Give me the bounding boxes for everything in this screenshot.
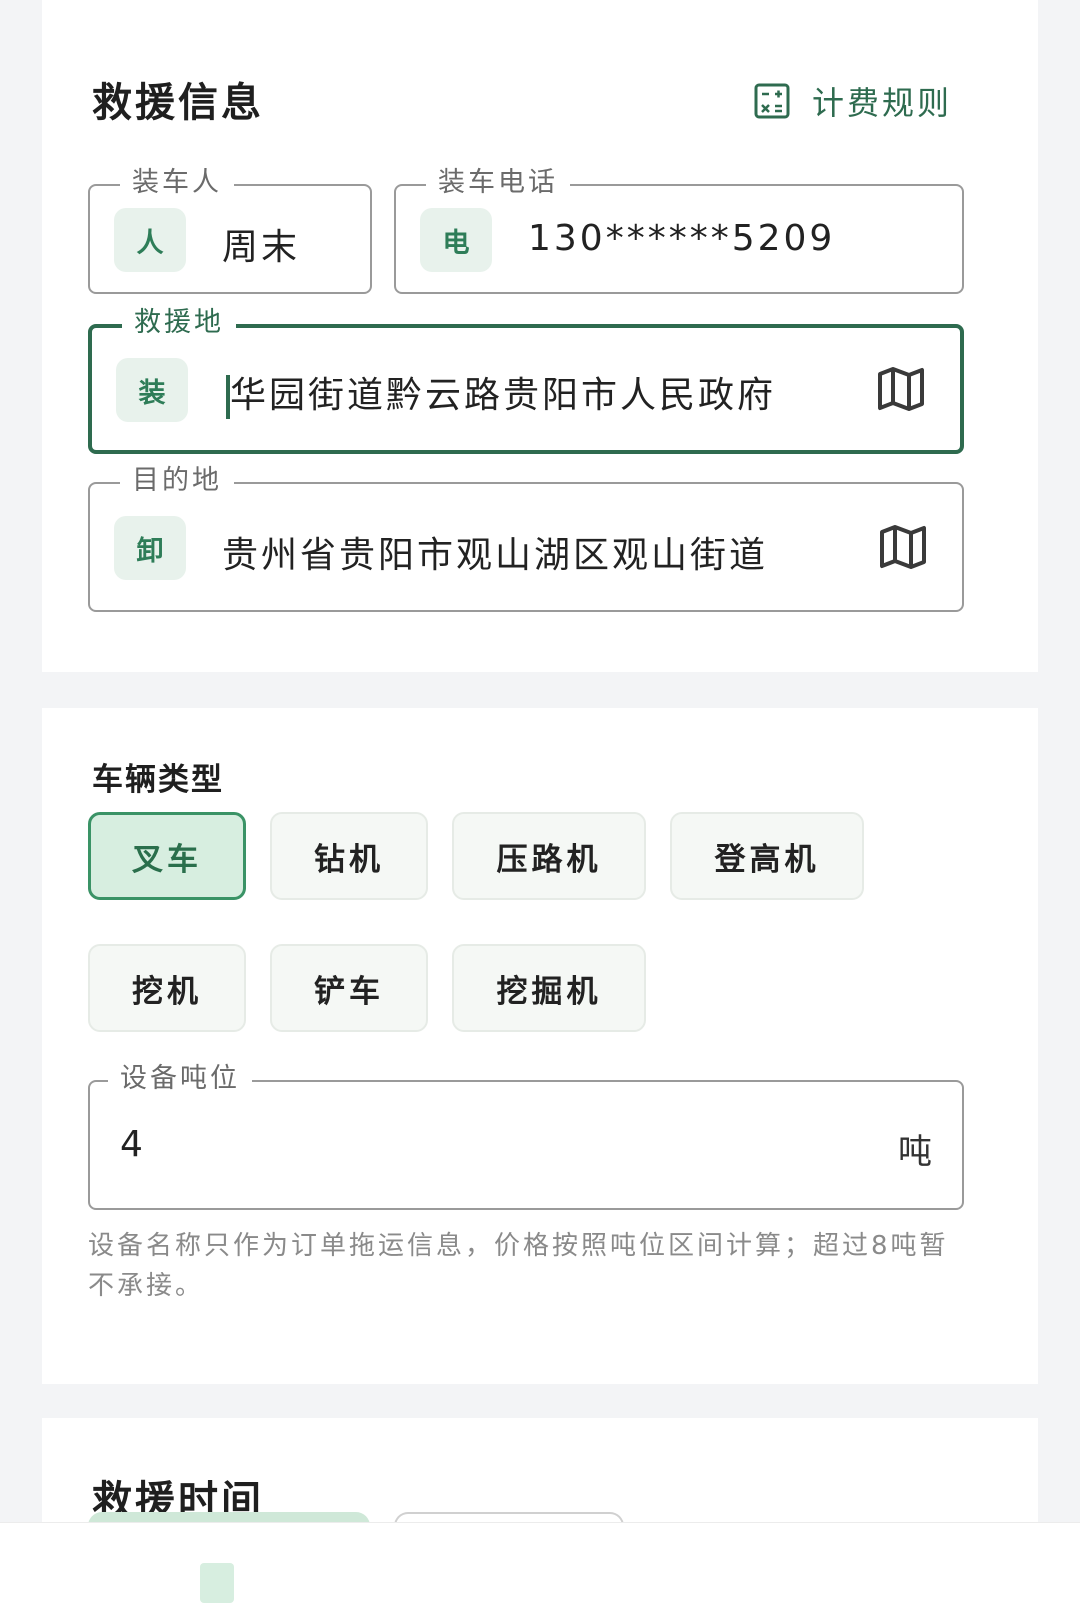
fee-rule-label: 计费规则 <box>811 84 952 122</box>
tonnage-hint: 设备名称只作为订单拖运信息，价格按照吨位区间计算；超过8吨暂不承接。 <box>88 1231 949 1301</box>
tonnage-unit: 吨 <box>898 1132 932 1172</box>
destination-badge: 卸 <box>114 516 186 580</box>
phone-badge: 电 <box>420 208 492 272</box>
vehicle-chip-digger[interactable]: 挖掘机 <box>452 944 646 1032</box>
vehicle-chip-aerial-lift[interactable]: 登高机 <box>670 812 864 900</box>
tonnage-field[interactable]: 设备吨位 4 吨 <box>88 1062 964 1210</box>
loader-badge: 人 <box>114 208 186 272</box>
vehicle-chip-forklift[interactable]: 叉车 <box>88 812 246 900</box>
vehicle-chip-loader[interactable]: 铲车 <box>270 944 428 1032</box>
rescue-location-text: 华园街道黔云路贵阳市人民政府 <box>230 375 777 416</box>
rescue-location-value: 华园街道黔云路贵阳市人民政府 <box>222 366 834 419</box>
loader-name-field[interactable]: 装车人 人 周末 <box>88 166 372 294</box>
loader-phone-field[interactable]: 装车电话 电 130******5209 <box>394 166 964 294</box>
loader-phone-label: 装车电话 <box>426 166 570 200</box>
tonnage-label: 设备吨位 <box>108 1062 252 1096</box>
loader-phone-value: 130******5209 <box>528 218 836 259</box>
destination-field[interactable]: 目的地 卸 贵州省贵阳市观山湖区观山街道 <box>88 464 964 612</box>
vehicle-type-card: 车辆类型 叉车 钻机 压路机 登高机 挖机 铲车 挖掘机 设备吨位 4 吨 设备… <box>42 708 1038 1384</box>
rescue-location-label: 救援地 <box>122 306 236 340</box>
rescue-info-card: 救援信息 计费规则 装车人 人 周末 装车电话 电 130******5209 <box>42 0 1038 672</box>
loader-name-value: 周末 <box>222 227 301 268</box>
vehicle-chip-excavator[interactable]: 挖机 <box>88 944 246 1032</box>
rescue-info-title: 救援信息 <box>92 80 264 126</box>
bottom-flag-icon <box>200 1563 234 1603</box>
vehicle-type-title: 车辆类型 <box>92 762 224 798</box>
destination-value: 贵州省贵阳市观山湖区观山街道 <box>222 535 769 576</box>
map-icon[interactable] <box>876 366 926 412</box>
destination-label: 目的地 <box>120 464 234 498</box>
fee-rule-button[interactable]: 计费规则 <box>754 78 952 124</box>
map-icon[interactable] <box>878 524 928 570</box>
origin-badge: 装 <box>116 358 188 422</box>
vehicle-chip-road-roller[interactable]: 压路机 <box>452 812 646 900</box>
page: 救援信息 计费规则 装车人 人 周末 装车电话 电 130******5209 <box>0 0 1080 1613</box>
vehicle-chip-drill[interactable]: 钻机 <box>270 812 428 900</box>
rescue-location-field[interactable]: 救援地 装 华园街道黔云路贵阳市人民政府 <box>88 306 964 454</box>
calculator-icon <box>754 83 790 119</box>
loader-name-label: 装车人 <box>120 166 234 200</box>
bottom-bar <box>0 1522 1080 1613</box>
tonnage-value: 4 <box>120 1124 146 1165</box>
